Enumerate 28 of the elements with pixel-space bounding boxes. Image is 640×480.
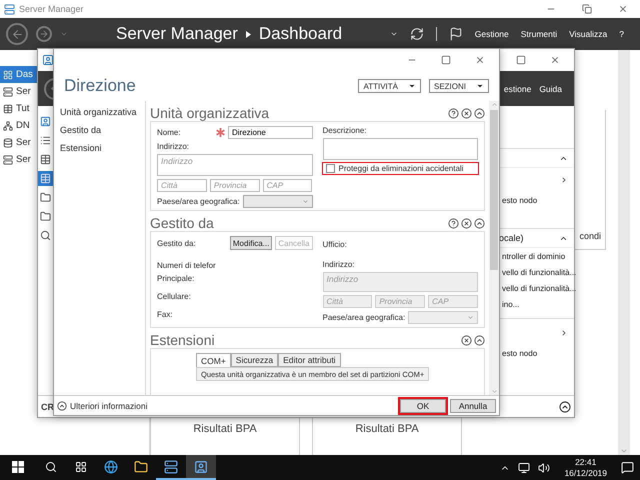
field-label: Indirizzo: [157,142,190,151]
field-label: Numeri di telefor [157,261,217,270]
clock-date: 16/12/2019 [564,468,607,478]
section-title: Estensioni [150,332,215,348]
sidebar-label: DN [16,120,30,131]
field-label: Fax: [157,310,174,319]
sidebar-label: Das [16,69,33,80]
field-label: Gestito da: [157,238,196,248]
field-label: Ufficio: [322,240,348,249]
field-label: Cellulare: [157,292,192,301]
field-label: Nome: [157,128,182,137]
sidebar-label: Ser [16,137,31,148]
field-label: Paese/area geografica: [322,313,406,322]
dialog-title: Direzione [64,76,136,96]
footer-text: CR [41,402,54,412]
field-label: Principale: [157,274,196,283]
task-group-title: ocale) [499,233,524,243]
window-title: Server Manager [19,4,84,14]
sidebar-label: Tut [16,103,30,114]
section-title: Unità organizzativa [150,105,270,121]
sidebar-label: Ser [16,86,31,97]
clock-time: 22:41 [575,456,596,468]
sidebar-label: Ser [16,154,31,165]
field-label: Indirizzo: [322,260,356,269]
field-label: Paese/area geografica: [157,197,240,206]
field-label: Descrizione: [322,126,368,135]
card-text: condi [579,231,601,241]
section-title: Gestito da [150,215,214,231]
